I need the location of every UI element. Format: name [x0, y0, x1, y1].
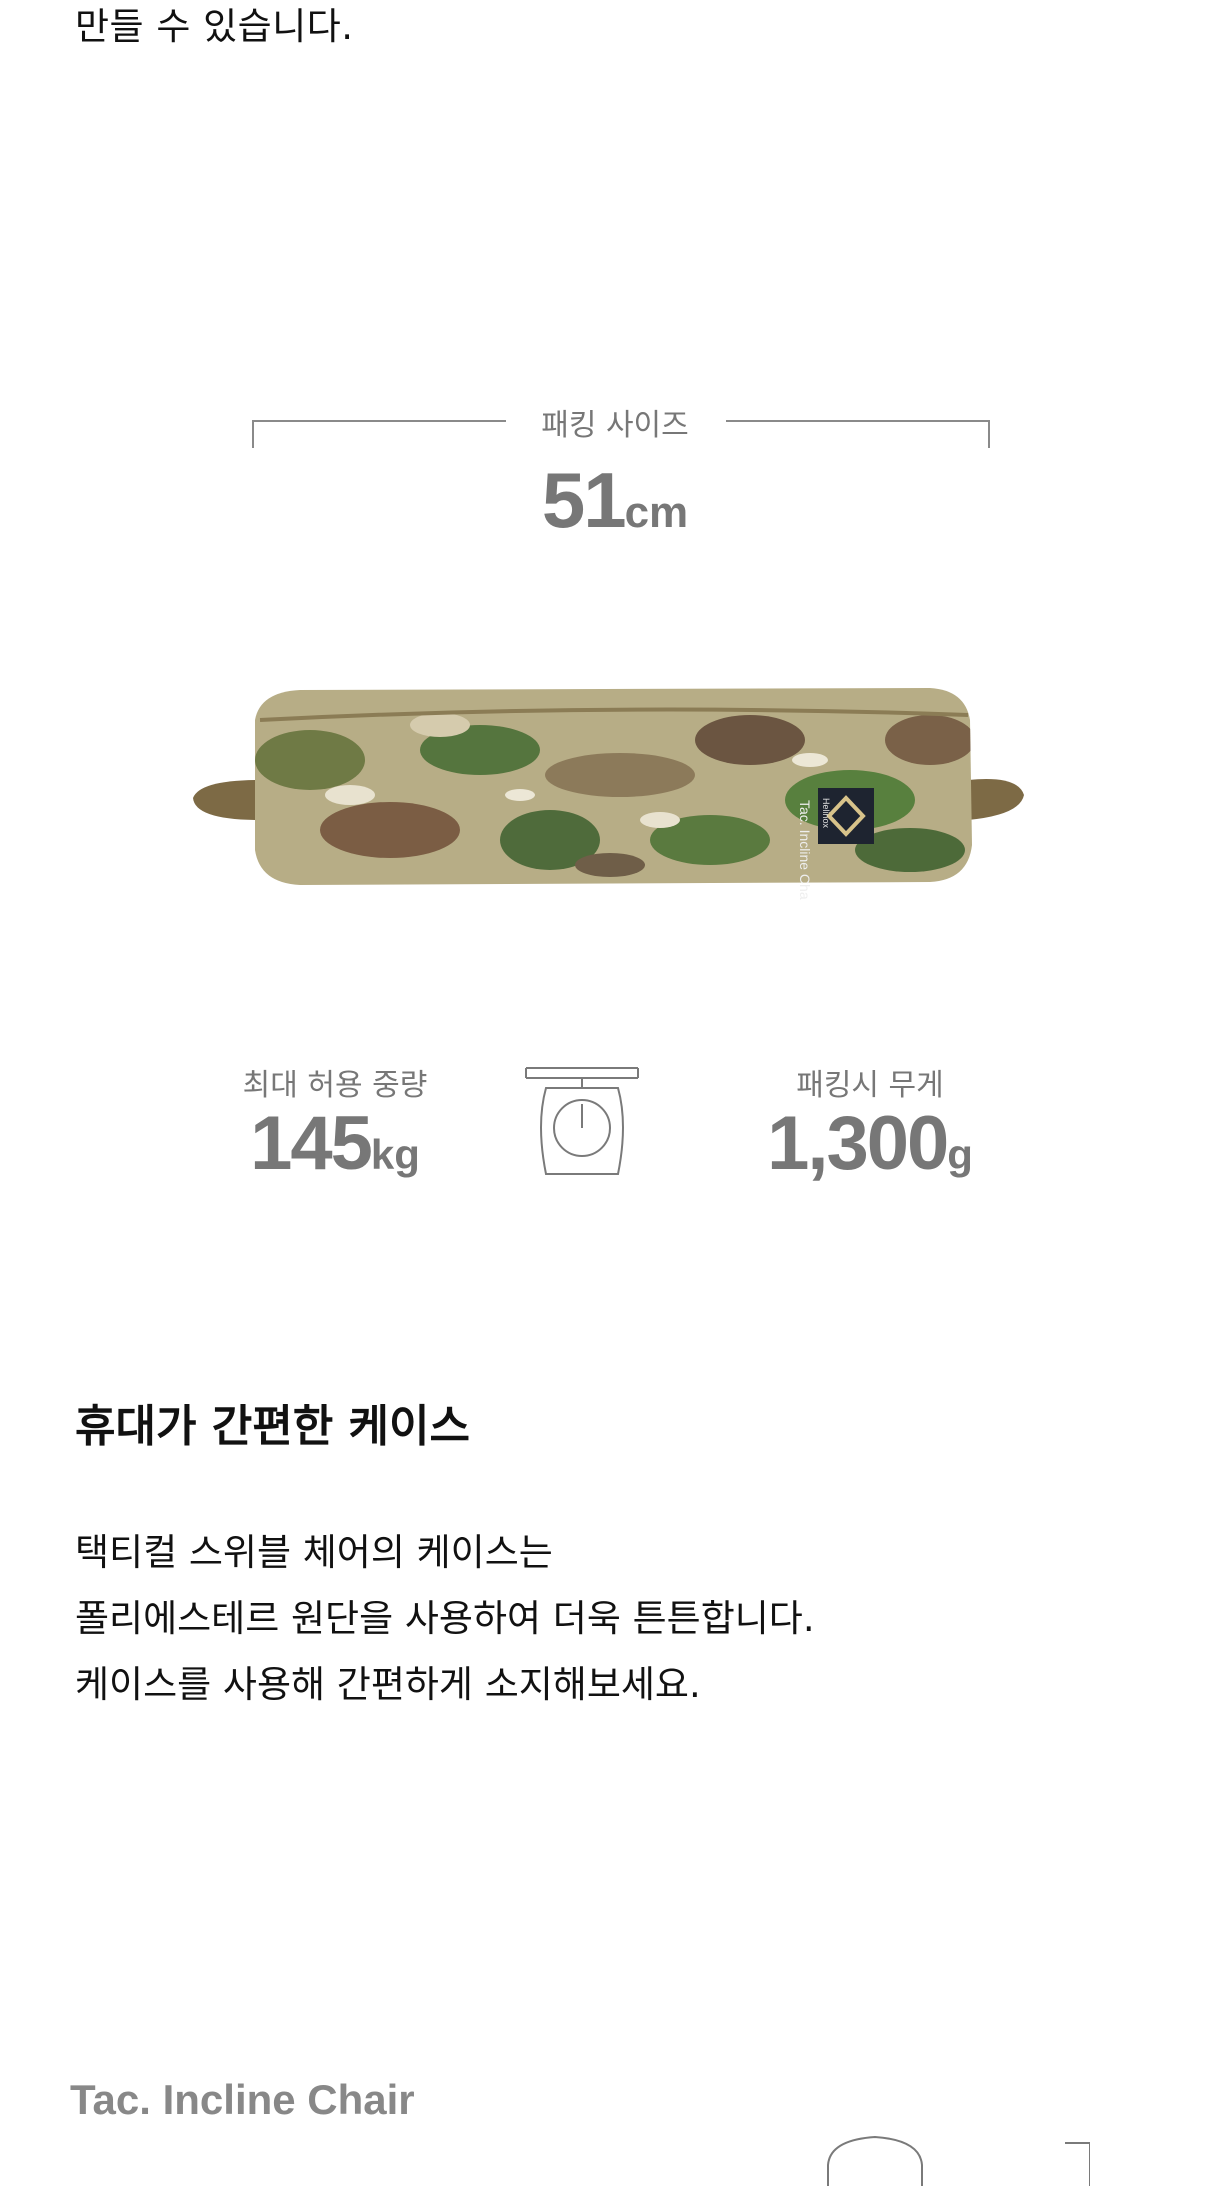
size-bracket-left [252, 420, 506, 448]
footer-product-name: Tac. Incline Chair [70, 2076, 415, 2123]
intro-text-tail: 만들 수 있습니다. [75, 5, 354, 48]
packing-size-value: 51cm [440, 455, 790, 546]
description-line: 케이스를 사용해 간편하게 소지해보세요. [75, 1663, 701, 1706]
product-case-image: Tac. Incline Chair Helinox [193, 688, 1024, 900]
max-load-label: 최대 허용 중량 [242, 1068, 428, 1103]
scale-icon [525, 1067, 639, 1175]
description-line: 택티컬 스위블 체어의 케이스는 [75, 1531, 553, 1574]
packing-size-label: 패킹 사이즈 [541, 408, 689, 443]
packed-weight-number: 1,300 [767, 1101, 949, 1186]
max-load-value: 145kg [190, 1100, 480, 1187]
section-description: 택티컬 스위블 체어의 케이스는 폴리에스테르 원단을 사용하여 더욱 튼튼합니… [75, 1520, 815, 1718]
description-line: 폴리에스테르 원단을 사용하여 더욱 튼튼합니다. [75, 1597, 815, 1640]
svg-text:Helinox: Helinox [821, 798, 831, 829]
max-load-unit: kg [370, 1131, 420, 1178]
packing-size-unit: cm [624, 488, 689, 537]
packed-weight-label: 패킹시 무게 [796, 1068, 944, 1103]
section-heading: 휴대가 간편한 케이스 [75, 1401, 470, 1452]
packed-weight-unit: g [947, 1131, 973, 1178]
size-bracket-right [726, 420, 990, 448]
packing-size-number: 51 [541, 456, 627, 544]
svg-text:Tac. Incline Chair: Tac. Incline Chair [797, 800, 813, 900]
packed-weight-value: 1,300g [720, 1100, 1020, 1187]
max-load-number: 145 [250, 1101, 373, 1186]
chair-outline-icon [827, 2135, 1090, 2186]
